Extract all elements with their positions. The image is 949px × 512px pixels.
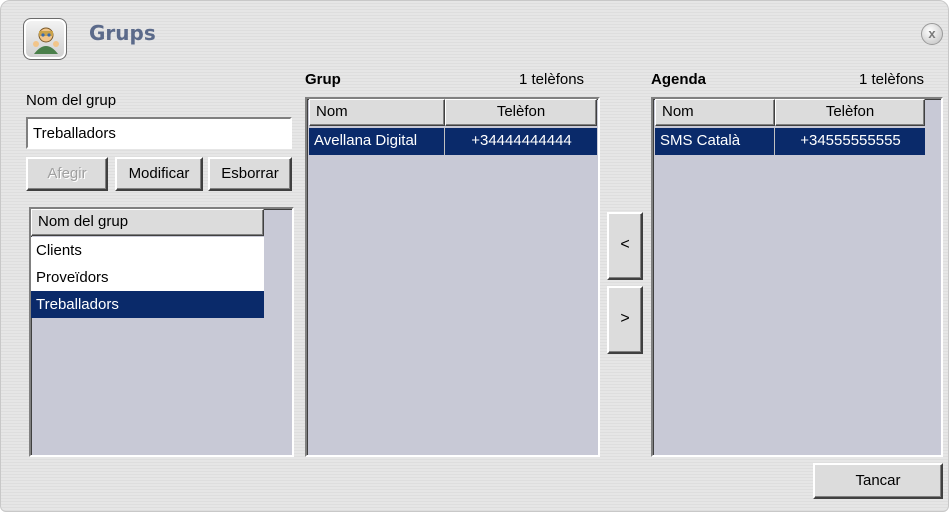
move-left-button[interactable]: <: [607, 212, 643, 280]
add-button[interactable]: Afegir: [26, 157, 108, 191]
close-icon[interactable]: x: [921, 23, 943, 45]
close-dialog-button[interactable]: Tancar: [813, 463, 943, 499]
cell-name: Avellana Digital: [309, 128, 445, 155]
move-right-button[interactable]: >: [607, 286, 643, 354]
group-name-field[interactable]: [26, 117, 292, 149]
group-panel-title: Grup: [305, 71, 341, 88]
title-bar: Grups x: [1, 1, 948, 61]
modify-button[interactable]: Modificar: [115, 157, 203, 191]
list-item[interactable]: Clients: [31, 237, 264, 264]
column-header-name[interactable]: Nom: [309, 99, 445, 126]
column-header-name[interactable]: Nom: [655, 99, 775, 126]
groups-window: Grups x Nom del grup Afegir Modificar Es…: [0, 0, 949, 512]
window-title: Grups: [89, 21, 156, 45]
list-item[interactable]: Proveïdors: [31, 264, 264, 291]
agenda-contacts-table[interactable]: Nom Telèfon SMS Català +34555555555: [651, 97, 943, 457]
agenda-phone-count: 1 telèfons: [859, 71, 925, 88]
agenda-panel-title: Agenda: [651, 71, 707, 88]
table-row[interactable]: SMS Català +34555555555: [655, 128, 925, 155]
delete-button[interactable]: Esborrar: [208, 157, 292, 191]
cell-phone: +34444444444: [471, 132, 572, 149]
group-contacts-table[interactable]: Nom Telèfon Avellana Digital +3444444444…: [305, 97, 600, 457]
table-row[interactable]: Avellana Digital +34444444444: [309, 128, 597, 155]
group-people-icon: [23, 18, 67, 60]
group-list[interactable]: Nom del grup Clients Proveïdors Treballa…: [29, 207, 294, 457]
column-header-phone[interactable]: Telèfon: [445, 99, 597, 126]
group-phone-count: 1 telèfons: [519, 71, 585, 88]
cell-phone: +34555555555: [800, 132, 901, 149]
list-item-selected[interactable]: Treballadors: [31, 291, 264, 318]
cell-name: SMS Català: [655, 128, 775, 155]
group-name-label: Nom del grup: [26, 92, 117, 109]
column-header-phone[interactable]: Telèfon: [775, 99, 925, 126]
group-list-header[interactable]: Nom del grup: [31, 209, 264, 236]
